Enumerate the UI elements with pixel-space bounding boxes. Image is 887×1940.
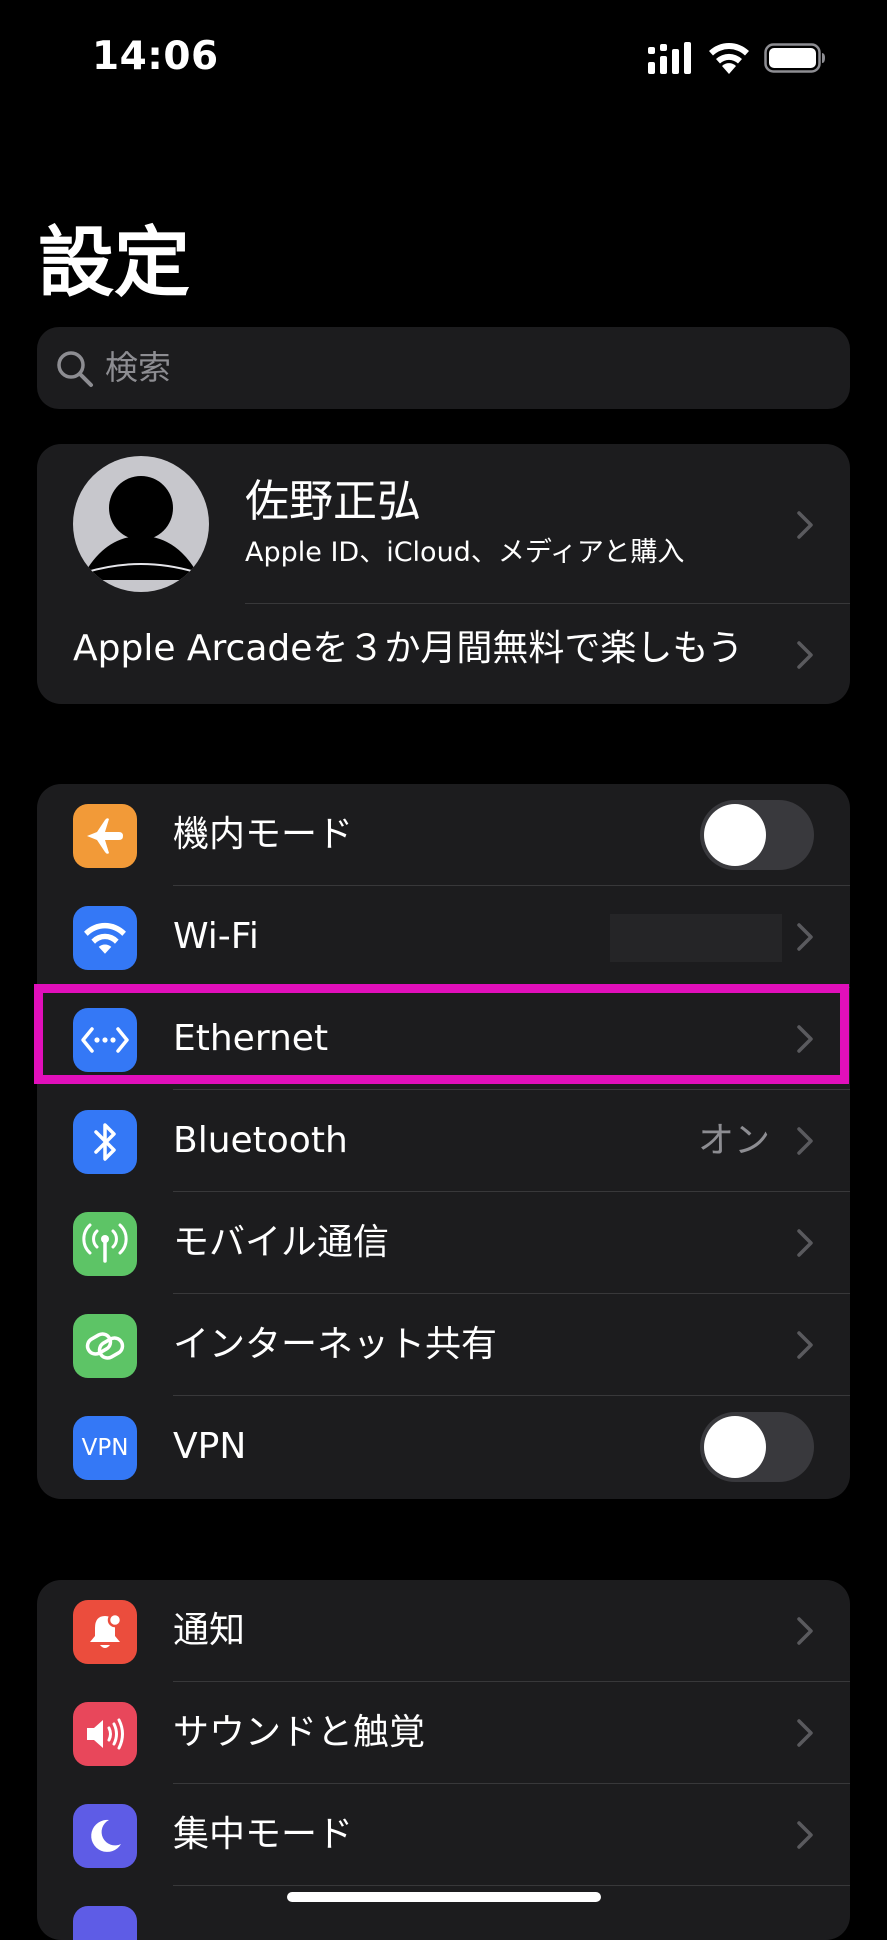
vpn-label: VPN: [173, 1426, 247, 1467]
bluetooth-status-value: オン: [697, 1120, 770, 1161]
chevron-right-icon: [797, 1229, 813, 1257]
bell-icon: [73, 1600, 137, 1664]
settings-row-notifications[interactable]: 通知: [37, 1580, 850, 1682]
wifi-status-icon: [709, 43, 749, 74]
airplane-icon: [73, 804, 137, 868]
toggle-knob: [704, 1416, 766, 1478]
bluetooth-label: Bluetooth: [173, 1120, 348, 1161]
chevron-right-icon: [797, 923, 813, 951]
profile-subtitle: Apple ID、iCloud、メディアと購入: [245, 537, 685, 568]
chevron-right-icon: [797, 641, 813, 669]
search-field[interactable]: 検索: [37, 327, 850, 409]
settings-row-sounds-haptics[interactable]: サウンドと触覚: [37, 1682, 850, 1784]
vpn-icon-text: VPN: [81, 1435, 129, 1461]
personal-hotspot-label: インターネット共有: [173, 1324, 498, 1365]
wifi-icon: [73, 906, 137, 970]
battery-icon: [764, 43, 825, 73]
home-indicator[interactable]: [287, 1892, 601, 1902]
status-bar: 14:06: [0, 0, 887, 120]
profile-group: 佐野正弘 Apple ID、iCloud、メディアと購入 Apple Arcad…: [37, 444, 850, 704]
focus-label: 集中モード: [173, 1814, 354, 1855]
chevron-right-icon: [797, 1617, 813, 1645]
cellular-signal-icon: [648, 42, 691, 74]
search-placeholder: 検索: [105, 348, 171, 387]
status-time: 14:06: [92, 34, 219, 79]
chevron-right-icon: [797, 1127, 813, 1155]
ethernet-highlight-box: [34, 984, 849, 1084]
settings-row-focus[interactable]: 集中モード: [37, 1784, 850, 1886]
settings-row-mobile-data[interactable]: モバイル通信: [37, 1192, 850, 1294]
page-title: 設定: [38, 218, 190, 307]
profile-name: 佐野正弘: [245, 476, 421, 527]
settings-row-vpn[interactable]: VPN VPN: [37, 1396, 850, 1498]
settings-row-airplane-mode[interactable]: 機内モード: [37, 784, 850, 886]
chevron-right-icon: [797, 1821, 813, 1849]
arcade-promo-label: Apple Arcadeを３か月間無料で楽しもう: [73, 628, 744, 669]
settings-row-wifi[interactable]: Wi-Fi: [37, 886, 850, 988]
mobile-data-label: モバイル通信: [173, 1222, 390, 1263]
screen-time-icon: [73, 1906, 137, 1940]
network-settings-group: 機内モード Wi-Fi Ethernet Bluetooth オン モバイル通信…: [37, 784, 850, 1499]
speaker-icon: [73, 1702, 137, 1766]
profile-row[interactable]: 佐野正弘 Apple ID、iCloud、メディアと購入: [37, 444, 850, 604]
chevron-right-icon: [797, 1719, 813, 1747]
arcade-promo-row[interactable]: Apple Arcadeを３か月間無料で楽しもう: [37, 604, 850, 704]
airplane-mode-toggle[interactable]: [700, 800, 814, 870]
vpn-icon: VPN: [73, 1416, 137, 1480]
hotspot-icon: [73, 1314, 137, 1378]
wifi-network-name-redacted: [610, 914, 782, 962]
antenna-icon: [73, 1212, 137, 1276]
search-icon: [57, 351, 93, 387]
moon-icon: [73, 1804, 137, 1868]
sounds-haptics-label: サウンドと触覚: [173, 1712, 426, 1753]
notifications-label: 通知: [173, 1610, 246, 1651]
toggle-knob: [704, 804, 766, 866]
chevron-right-icon: [797, 511, 813, 539]
bluetooth-icon: [73, 1110, 137, 1174]
vpn-toggle[interactable]: [700, 1412, 814, 1482]
wifi-label: Wi-Fi: [173, 916, 259, 957]
settings-row-bluetooth[interactable]: Bluetooth オン: [37, 1090, 850, 1192]
airplane-mode-label: 機内モード: [173, 814, 354, 855]
settings-row-personal-hotspot[interactable]: インターネット共有: [37, 1294, 850, 1396]
chevron-right-icon: [797, 1331, 813, 1359]
person-silhouette-icon: [81, 476, 201, 580]
notifications-settings-group: 通知 サウンドと触覚 集中モード: [37, 1580, 850, 1940]
avatar: [73, 456, 209, 592]
